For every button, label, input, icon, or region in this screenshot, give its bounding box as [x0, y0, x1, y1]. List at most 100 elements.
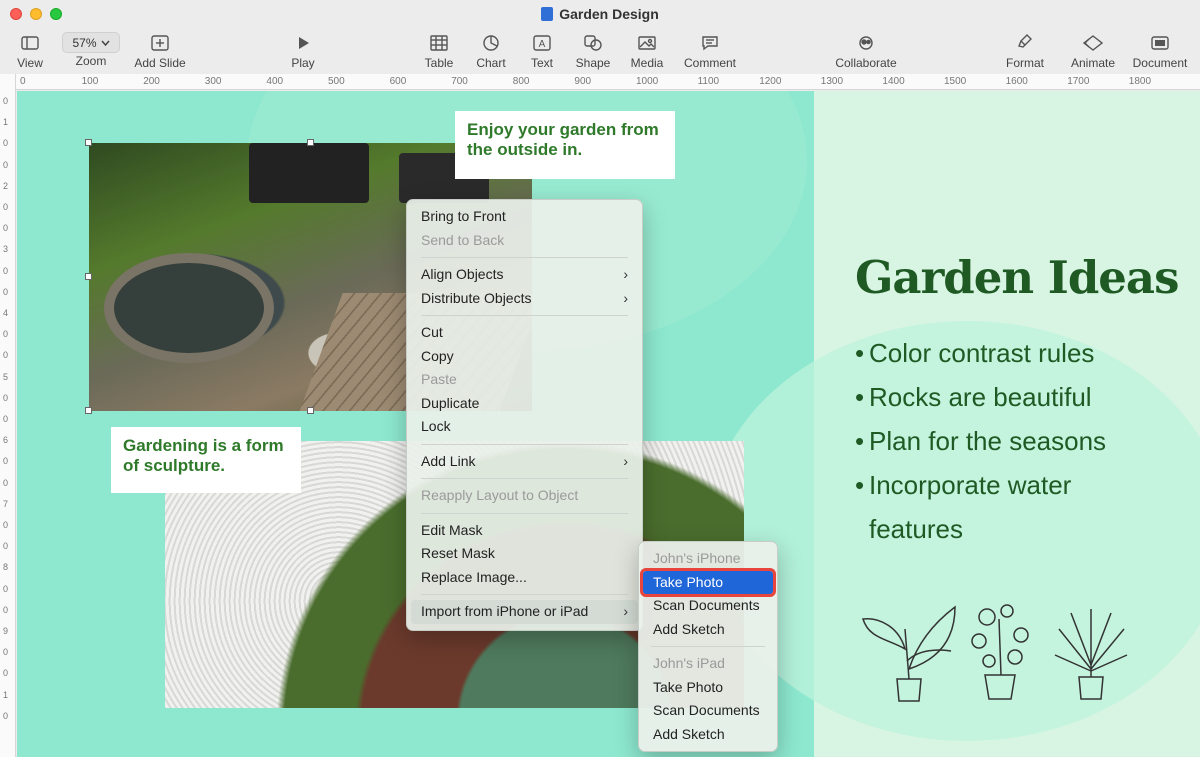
table-icon	[430, 35, 448, 51]
comment-button[interactable]: Comment	[680, 32, 740, 70]
submenu-item-ipad-scan-documents[interactable]: Scan Documents	[639, 699, 777, 723]
callout-outside-in[interactable]: Enjoy your garden from the outside in.	[455, 111, 675, 179]
ruler-tick-label: 1000	[636, 76, 659, 87]
ruler-tick-label: 0	[3, 286, 9, 297]
ruler-tick-label: 7	[3, 498, 9, 509]
menu-separator	[421, 257, 628, 258]
bullet-item: • Plan for the seasons	[855, 426, 1107, 456]
menu-item-import-from-iphone-ipad[interactable]: Import from iPhone or iPad ›	[411, 600, 638, 624]
animate-diamond-icon	[1083, 35, 1103, 51]
menu-item-duplicate[interactable]: Duplicate	[407, 392, 642, 416]
import-submenu: John's iPhone Take Photo Scan Documents …	[638, 541, 778, 752]
add-slide-button[interactable]: Add Slide	[130, 32, 190, 70]
selection-handle[interactable]	[85, 407, 92, 414]
selection-handle[interactable]	[85, 139, 92, 146]
shape-button[interactable]: Shape	[574, 32, 612, 70]
svg-text:A: A	[539, 39, 546, 50]
ruler-tick-label: 0	[3, 604, 9, 615]
media-button[interactable]: Media	[627, 32, 667, 70]
horizontal-ruler: 0 100 200 300 400 500 600 700 800 900 1000 1100 1200…	[16, 74, 1200, 90]
document-button[interactable]: Document	[1130, 32, 1190, 70]
chevron-right-icon: ›	[623, 266, 628, 282]
ruler-tick-label: 2	[3, 180, 9, 191]
menu-separator	[421, 512, 628, 514]
menu-item-copy[interactable]: Copy	[407, 345, 642, 369]
ruler-tick-label: 9	[3, 626, 9, 636]
ruler-tick-label: 0	[3, 456, 9, 467]
ruler-tick-label: 0	[20, 76, 26, 87]
ruler-tick-label: 0	[3, 350, 9, 361]
ruler-tick-label: 0	[3, 329, 9, 340]
menu-item-add-link[interactable]: Add Link ›	[407, 450, 642, 474]
selection-handle[interactable]	[85, 273, 92, 280]
table-button[interactable]: Table	[421, 32, 457, 70]
add-slide-icon	[151, 35, 169, 51]
menu-item-reset-mask[interactable]: Reset Mask	[407, 542, 642, 566]
menu-item-replace-image[interactable]: Replace Image...	[407, 566, 642, 590]
ruler-tick-label: 700	[451, 76, 468, 87]
view-button[interactable]: View	[12, 32, 48, 70]
selection-handle[interactable]	[307, 407, 314, 414]
animate-button[interactable]: Animate	[1066, 32, 1120, 70]
ruler-tick-label: 8	[3, 562, 9, 573]
ruler-tick-label: 100	[81, 76, 99, 87]
ruler-tick-label: 0	[3, 138, 9, 149]
ruler-tick-label: 600	[389, 76, 407, 87]
ruler-tick-label: 0	[3, 223, 9, 234]
chart-button[interactable]: Chart	[473, 32, 509, 70]
submenu-item-iphone-add-sketch[interactable]: Add Sketch	[639, 618, 777, 642]
slide-title[interactable]: Garden Ideas	[855, 251, 1179, 304]
ruler-tick-label: 0	[3, 541, 9, 552]
callout-sculpture[interactable]: Gardening is a form of sculpture.	[111, 427, 301, 493]
text-box-icon: A	[533, 35, 551, 51]
ruler-tick-label: 0	[3, 202, 9, 212]
ruler-tick-label: 1500	[944, 76, 967, 87]
ruler-tick-label: 0	[3, 265, 9, 276]
ruler-tick-label: 0	[3, 159, 9, 170]
submenu-item-ipad-add-sketch[interactable]: Add Sketch	[639, 723, 777, 747]
submenu-item-iphone-scan-documents[interactable]: Scan Documents	[639, 594, 777, 618]
menu-separator	[421, 594, 628, 595]
ruler-tick-label: 200	[143, 76, 160, 87]
menu-item-align-objects[interactable]: Align Objects ›	[407, 263, 642, 287]
paintbrush-icon	[1018, 34, 1032, 48]
menu-item-edit-mask[interactable]: Edit Mask	[407, 519, 642, 543]
bullet-list[interactable]: • Color contrast rules • Rocks are beautif…	[855, 331, 1175, 551]
menu-item-cut[interactable]: Cut	[407, 321, 642, 345]
bullet-item: • Incorporate water features	[855, 470, 1072, 544]
menu-separator	[421, 478, 628, 479]
ruler-tick-label: 0	[3, 668, 9, 679]
menu-item-lock[interactable]: Lock	[407, 415, 642, 439]
ruler-tick-label: 1300	[820, 76, 844, 87]
vertical-ruler: 0 1 0 0 2 0 0 3 0 0 4 0 0 5 0 0 6 0 0 7 0 0 8 0 0 9 0 0 1 0	[0, 74, 16, 757]
collaborate-icon	[859, 36, 873, 50]
zoom-dropdown[interactable]: 57%	[62, 32, 120, 53]
ruler-tick-label: 4	[3, 308, 9, 318]
menu-separator	[421, 315, 628, 316]
comment-icon	[702, 36, 718, 51]
ruler-tick-label: 3	[3, 244, 9, 255]
potted-plants-icon	[862, 604, 1128, 702]
context-menu: Bring to Front Send to Back Align Object…	[406, 199, 643, 631]
format-button[interactable]: Format	[1003, 32, 1047, 70]
submenu-item-iphone-take-photo[interactable]: Take Photo	[640, 567, 776, 597]
ruler-tick-label: 300	[204, 76, 222, 87]
selection-handle[interactable]	[307, 139, 314, 146]
ruler-tick-label: 1	[3, 689, 9, 700]
submenu-item-ipad-take-photo[interactable]: Take Photo	[639, 676, 777, 700]
play-button[interactable]: Play	[287, 32, 319, 70]
patio-furniture	[249, 143, 369, 203]
menu-item-reapply-layout: Reapply Layout to Object	[421, 487, 579, 503]
title-bar: Garden Design	[0, 0, 1200, 28]
menu-item-bring-to-front[interactable]: Bring to Front	[407, 205, 642, 229]
ruler-tick-label: 1700	[1067, 76, 1090, 87]
chevron-down-icon	[100, 40, 110, 46]
text-button[interactable]: A Text	[525, 32, 559, 70]
collaborate-button[interactable]: Collaborate	[830, 32, 902, 70]
ruler-tick-label: 1	[3, 117, 9, 128]
menu-item-distribute-objects[interactable]: Distribute Objects ›	[407, 287, 642, 311]
ruler-tick-label: 1200	[759, 76, 782, 87]
pond	[104, 253, 274, 363]
plant-illustrations[interactable]	[859, 599, 1129, 705]
document-title: Garden Design	[0, 6, 1200, 22]
